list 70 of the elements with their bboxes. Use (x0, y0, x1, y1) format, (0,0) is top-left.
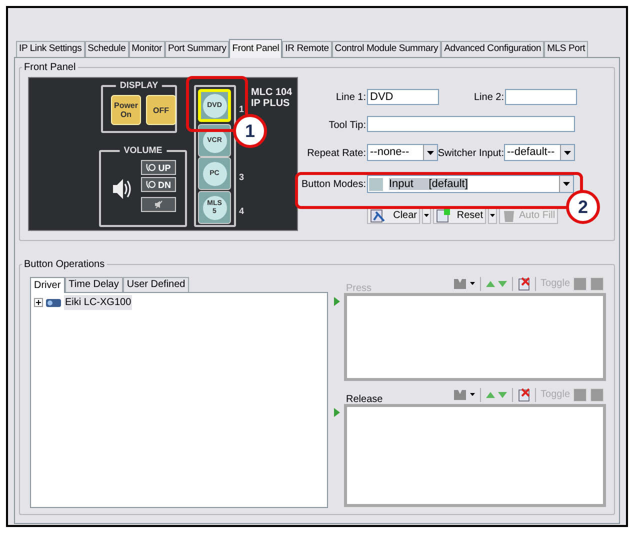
tree-item[interactable]: Eiki LC-XG100 (64, 294, 132, 310)
tab[interactable]: Schedule (84, 41, 129, 57)
caret-icon[interactable] (470, 282, 475, 285)
volume-button[interactable] (141, 197, 176, 212)
tab[interactable]: IR Remote (282, 41, 332, 57)
volume-button[interactable]: UP (141, 160, 176, 175)
display-button[interactable]: OFF (146, 95, 176, 125)
delete-icon[interactable] (518, 276, 530, 290)
knob-icon (146, 163, 156, 172)
button-number: 1 (239, 103, 244, 116)
toggle-square[interactable] (573, 276, 587, 290)
field-label: Line 2: (474, 91, 504, 105)
volume-button[interactable]: DN (141, 177, 176, 192)
tab[interactable]: IP Link Settings (16, 41, 85, 57)
caret-icon (490, 214, 495, 217)
select-field[interactable]: --none-- (367, 144, 438, 161)
input-field[interactable] (367, 116, 575, 132)
field-label: Switcher Input: (438, 147, 504, 161)
tab[interactable]: MLS Port (544, 41, 588, 57)
play-icon[interactable] (334, 297, 340, 306)
tab[interactable]: Port Summary (164, 41, 230, 57)
panel-label: DISPLAY (116, 80, 162, 90)
toggle-square[interactable] (590, 276, 604, 290)
caret-icon (563, 182, 570, 186)
tab[interactable]: Monitor (128, 41, 165, 57)
panel-label: VOLUME (120, 145, 166, 155)
tab[interactable]: Time Delay (64, 277, 123, 292)
toggle-label: Toggle (540, 277, 570, 291)
group-title: Front Panel (23, 61, 77, 75)
select-field[interactable]: --default-- (504, 144, 575, 161)
move-up-icon[interactable] (486, 392, 495, 398)
section-label: Release (346, 393, 383, 407)
knob-icon (146, 180, 156, 189)
play-icon[interactable] (334, 408, 340, 417)
mute-icon (154, 200, 164, 209)
select-field[interactable]: Input [default] (367, 175, 574, 193)
move-down-icon[interactable] (498, 280, 507, 286)
bucket-icon (502, 208, 516, 223)
field-label: Line 1: (336, 91, 366, 105)
input-field[interactable]: DVD (367, 89, 439, 105)
display-button[interactable]: Power On (111, 95, 141, 125)
tab[interactable]: Driver (30, 277, 65, 293)
button-number: 3 (239, 171, 244, 184)
field-label: Button Modes: (302, 178, 366, 192)
tab[interactable]: Advanced Configuration (441, 41, 544, 57)
model-name: IP PLUS (251, 98, 291, 109)
caret-icon[interactable] (470, 393, 475, 396)
field-label: Repeat Rate: (307, 147, 366, 161)
delete-icon[interactable] (518, 388, 530, 402)
toggle-square[interactable] (590, 388, 604, 402)
group-title: Button Operations (23, 258, 106, 272)
tab[interactable]: Front Panel (229, 39, 282, 58)
expand-icon[interactable] (34, 298, 43, 306)
toggle-square[interactable] (573, 388, 587, 402)
move-down-icon[interactable] (498, 392, 507, 398)
eraser-icon (370, 208, 386, 223)
move-up-icon[interactable] (486, 280, 495, 286)
toggle-label: Toggle (540, 388, 570, 402)
caret-icon (564, 150, 571, 154)
button-number: 4 (239, 205, 244, 218)
tab[interactable]: Control Module Summary (332, 41, 442, 57)
tab[interactable]: User Defined (122, 277, 190, 292)
speaker-icon (112, 177, 132, 201)
model-name: MLC 104 (251, 87, 292, 98)
document-icon (436, 208, 452, 223)
caret-icon (427, 150, 434, 154)
input-field[interactable] (505, 89, 577, 105)
caret-icon (424, 214, 429, 217)
section-label: Press (346, 282, 372, 296)
field-label: Tool Tip: (328, 119, 366, 133)
